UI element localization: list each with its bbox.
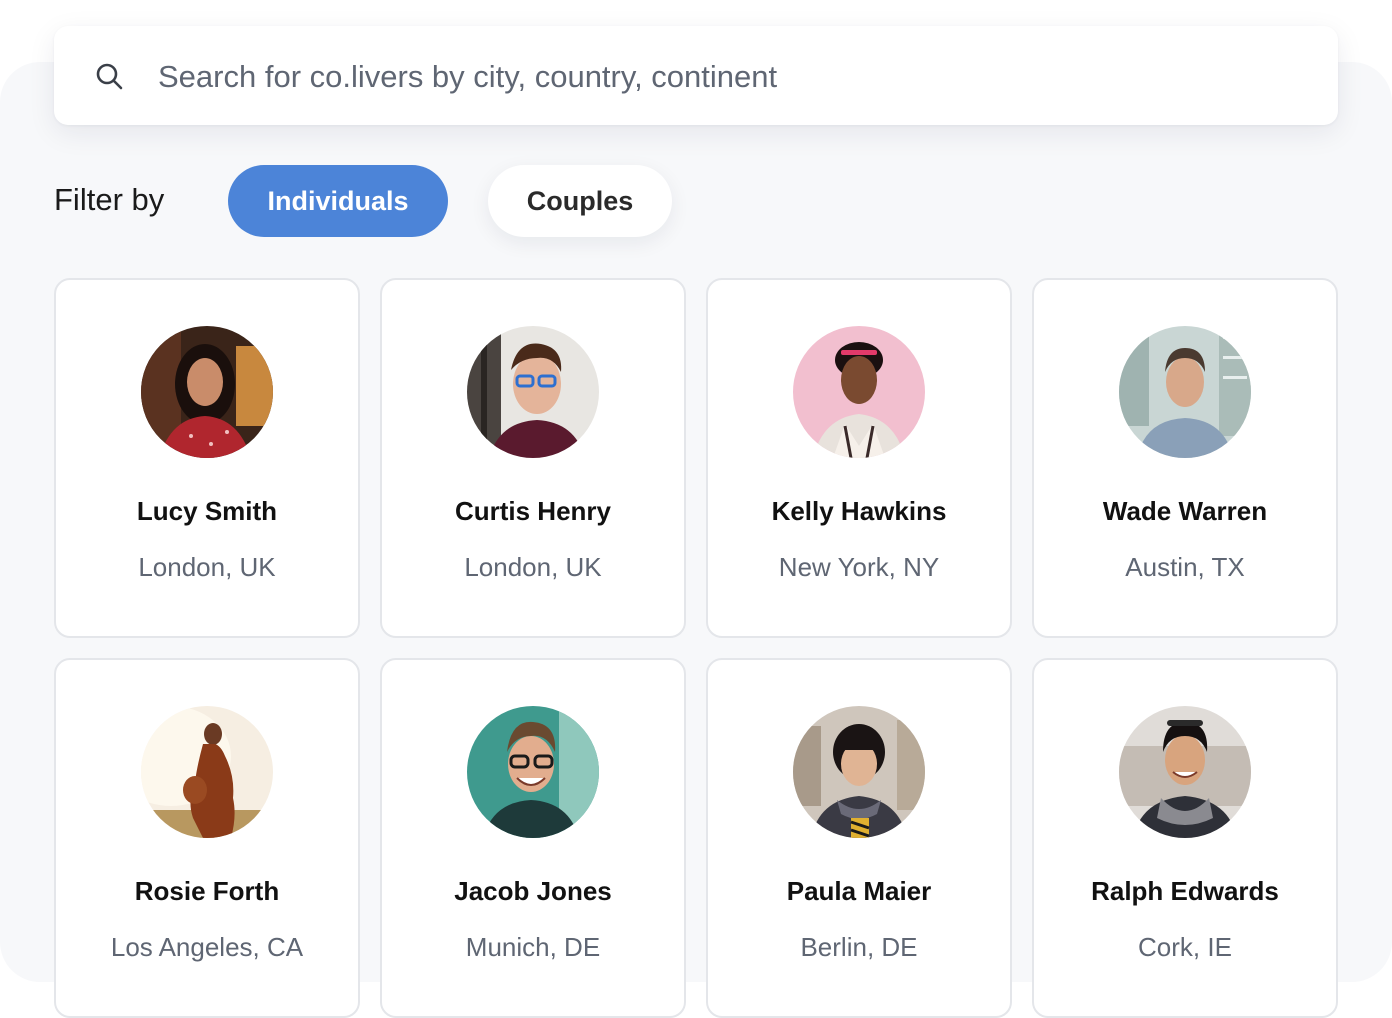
person-card[interactable]: Rosie Forth Los Angeles, CA (54, 658, 360, 1018)
person-card[interactable]: Ralph Edwards Cork, IE (1032, 658, 1338, 1018)
person-name: Curtis Henry (454, 496, 612, 526)
person-card[interactable]: Wade Warren Austin, TX (1032, 278, 1338, 638)
search-input[interactable] (158, 50, 1308, 104)
person-location: New York, NY (778, 552, 940, 582)
person-name: Lucy Smith (136, 496, 278, 526)
avatar (1119, 706, 1251, 838)
avatar (1119, 326, 1251, 458)
avatar (141, 706, 273, 838)
person-name: Paula Maier (786, 876, 932, 906)
filter-chip-individuals[interactable]: Individuals (228, 165, 448, 237)
avatar (467, 706, 599, 838)
person-card[interactable]: Paula Maier Berlin, DE (706, 658, 1012, 1018)
person-location: Austin, TX (1125, 552, 1245, 582)
person-name: Ralph Edwards (1091, 876, 1279, 906)
person-location: London, UK (464, 552, 602, 582)
search-icon (96, 63, 123, 90)
filter-label: Filter by (54, 182, 165, 217)
person-card[interactable]: Lucy Smith London, UK (54, 278, 360, 638)
person-location: Berlin, DE (800, 932, 918, 962)
person-card[interactable]: Curtis Henry London, UK (380, 278, 686, 638)
person-card[interactable]: Jacob Jones Munich, DE (380, 658, 686, 1018)
person-location: Munich, DE (465, 932, 601, 962)
filter-chip-couples[interactable]: Couples (488, 165, 672, 237)
person-name: Kelly Hawkins (771, 496, 947, 526)
person-name: Jacob Jones (454, 876, 612, 906)
person-location: Cork, IE (1138, 932, 1232, 962)
person-card[interactable]: Kelly Hawkins New York, NY (706, 278, 1012, 638)
avatar (793, 706, 925, 838)
person-location: Los Angeles, CA (110, 932, 304, 962)
avatar (467, 326, 599, 458)
person-name: Rosie Forth (134, 876, 280, 906)
person-location: London, UK (138, 552, 276, 582)
person-name: Wade Warren (1102, 496, 1268, 526)
avatar (793, 326, 925, 458)
avatar (141, 326, 273, 458)
